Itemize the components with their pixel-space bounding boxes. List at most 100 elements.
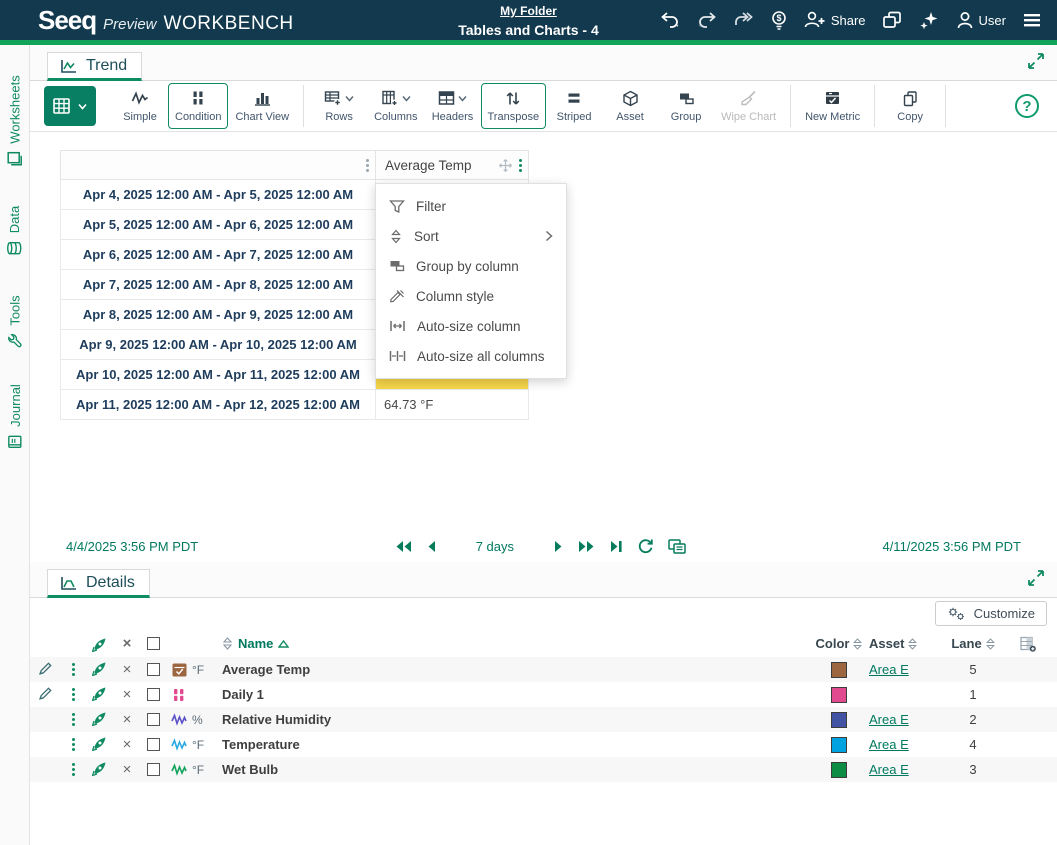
remove-item-button[interactable]: × bbox=[114, 711, 140, 728]
item-menu-icon[interactable] bbox=[72, 688, 75, 701]
item-menu-icon[interactable] bbox=[72, 763, 75, 776]
toolbar-button-wipe-chart[interactable]: Wipe Chart bbox=[714, 83, 783, 129]
item-menu-icon[interactable] bbox=[72, 738, 75, 751]
capsule-date-cell[interactable]: Apr 7, 2025 12:00 AM - Apr 8, 2025 12:00… bbox=[60, 270, 375, 300]
menu-item-sort[interactable]: Sort bbox=[376, 221, 566, 251]
tab-details[interactable]: Details bbox=[47, 569, 150, 598]
item-name[interactable]: Relative Humidity bbox=[222, 712, 331, 727]
item-name[interactable]: Temperature bbox=[222, 737, 300, 752]
remove-item-button[interactable]: × bbox=[114, 736, 140, 753]
item-color-swatch[interactable] bbox=[831, 712, 847, 728]
capsule-date-cell[interactable]: Apr 11, 2025 12:00 AM - Apr 12, 2025 12:… bbox=[60, 390, 375, 420]
capsule-date-cell[interactable]: Apr 5, 2025 12:00 AM - Apr 6, 2025 12:00… bbox=[60, 210, 375, 240]
edit-item-button[interactable] bbox=[38, 661, 53, 679]
step-forward-half-button[interactable] bbox=[553, 539, 564, 554]
select-item-checkbox[interactable] bbox=[147, 738, 160, 751]
remove-item-button[interactable]: × bbox=[114, 661, 140, 678]
step-back-full-button[interactable] bbox=[394, 539, 413, 554]
range-end-timestamp[interactable]: 4/11/2025 3:56 PM PDT bbox=[882, 539, 1021, 554]
date-column-menu-icon[interactable] bbox=[366, 159, 369, 172]
sort-toggle-icon[interactable] bbox=[853, 638, 862, 650]
remove-item-button[interactable]: × bbox=[114, 686, 140, 703]
refresh-button[interactable] bbox=[637, 538, 654, 554]
breadcrumb-my-folder[interactable]: My Folder bbox=[500, 4, 557, 18]
select-item-checkbox[interactable] bbox=[147, 763, 160, 776]
sort-toggle-icon[interactable] bbox=[986, 638, 995, 650]
step-to-end-button[interactable] bbox=[609, 539, 624, 554]
item-color-swatch[interactable] bbox=[831, 737, 847, 753]
propagate-item-button[interactable] bbox=[92, 710, 108, 729]
capsule-date-cell[interactable]: Apr 8, 2025 12:00 AM - Apr 9, 2025 12:00… bbox=[60, 300, 375, 330]
help-button[interactable]: ? bbox=[1015, 94, 1039, 118]
date-column-header[interactable] bbox=[60, 150, 375, 180]
upgrade-button[interactable]: $ bbox=[770, 10, 788, 31]
undo-button[interactable] bbox=[659, 10, 681, 30]
share-forward-button[interactable] bbox=[733, 10, 755, 30]
item-menu-icon[interactable] bbox=[72, 663, 75, 676]
edit-item-button[interactable] bbox=[38, 686, 53, 704]
toolbar-button-condition[interactable]: Condition bbox=[168, 83, 228, 129]
move-column-icon[interactable] bbox=[498, 158, 513, 173]
item-name[interactable]: Wet Bulb bbox=[222, 762, 278, 777]
tab-trend[interactable]: Trend bbox=[47, 52, 142, 81]
value-column-header[interactable]: Average Temp bbox=[375, 150, 529, 180]
select-all-checkbox[interactable] bbox=[147, 637, 160, 650]
worksheets-panel-button[interactable] bbox=[881, 10, 903, 30]
range-start-timestamp[interactable]: 4/4/2025 3:56 PM PDT bbox=[66, 539, 198, 554]
toolbar-button-asset[interactable]: Asset bbox=[602, 83, 658, 129]
capsule-value-cell[interactable]: 64.73 °F bbox=[375, 390, 529, 420]
capsule-date-cell[interactable]: Apr 9, 2025 12:00 AM - Apr 10, 2025 12:0… bbox=[60, 330, 375, 360]
ai-assistant-button[interactable] bbox=[918, 10, 940, 30]
capsule-date-cell[interactable]: Apr 6, 2025 12:00 AM - Apr 7, 2025 12:00… bbox=[60, 240, 375, 270]
details-column-color[interactable]: Color bbox=[816, 636, 850, 651]
remove-all-button[interactable]: × bbox=[114, 635, 140, 652]
item-asset-link[interactable]: Area E bbox=[869, 737, 909, 752]
duration-label[interactable]: 7 days bbox=[476, 539, 514, 554]
user-menu-button[interactable]: User bbox=[955, 10, 1006, 30]
toolbar-button-columns[interactable]: Columns bbox=[367, 83, 424, 129]
toolbar-button-headers[interactable]: Headers bbox=[425, 83, 481, 129]
propagate-item-button[interactable] bbox=[92, 685, 108, 704]
toolbar-button-striped[interactable]: Striped bbox=[546, 83, 602, 129]
toolbar-button-group[interactable]: Group bbox=[658, 83, 714, 129]
item-name[interactable]: Daily 1 bbox=[222, 687, 264, 702]
details-expand-button[interactable] bbox=[1027, 569, 1045, 592]
propagate-all-button[interactable] bbox=[86, 636, 114, 652]
select-item-checkbox[interactable] bbox=[147, 663, 160, 676]
menu-item-auto-size-all-columns[interactable]: Auto-size all columns bbox=[376, 341, 566, 371]
propagate-item-button[interactable] bbox=[92, 660, 108, 679]
toolbar-button-transpose[interactable]: Transpose bbox=[481, 83, 547, 129]
add-column-button[interactable] bbox=[999, 636, 1057, 652]
step-forward-full-button[interactable] bbox=[577, 539, 596, 554]
propagate-item-button[interactable] bbox=[92, 760, 108, 779]
sort-toggle-icon[interactable] bbox=[222, 637, 233, 650]
details-column-lane[interactable]: Lane bbox=[951, 636, 981, 651]
remove-item-button[interactable]: × bbox=[114, 761, 140, 778]
step-back-half-button[interactable] bbox=[426, 539, 437, 554]
main-menu-button[interactable] bbox=[1021, 10, 1043, 30]
capsule-date-cell[interactable]: Apr 10, 2025 12:00 AM - Apr 11, 2025 12:… bbox=[60, 360, 375, 390]
item-menu-icon[interactable] bbox=[72, 713, 75, 726]
share-button[interactable]: Share bbox=[803, 10, 866, 30]
trend-expand-button[interactable] bbox=[1027, 52, 1045, 75]
copy-time-range-button[interactable] bbox=[667, 538, 687, 554]
capsule-date-cell[interactable]: Apr 4, 2025 12:00 AM - Apr 5, 2025 12:00… bbox=[60, 180, 375, 210]
details-column-asset[interactable]: Asset bbox=[869, 636, 904, 651]
select-item-checkbox[interactable] bbox=[147, 688, 160, 701]
redo-button[interactable] bbox=[696, 10, 718, 30]
toolbar-button-copy[interactable]: Copy bbox=[882, 83, 938, 129]
value-column-menu-icon[interactable] bbox=[519, 159, 522, 172]
toolbar-button-chart-view[interactable]: Chart View bbox=[228, 83, 296, 129]
toolbar-button-new-metric[interactable]: New Metric bbox=[798, 83, 867, 129]
menu-item-filter[interactable]: Filter bbox=[376, 191, 566, 221]
menu-item-group-by-column[interactable]: Group by column bbox=[376, 251, 566, 281]
table-view-selector-button[interactable] bbox=[44, 86, 96, 126]
item-color-swatch[interactable] bbox=[831, 762, 847, 778]
menu-item-column-style[interactable]: Column style bbox=[376, 281, 566, 311]
menu-item-auto-size-column[interactable]: Auto-size column bbox=[376, 311, 566, 341]
customize-button[interactable]: Customize bbox=[935, 601, 1047, 626]
details-column-name[interactable]: Name bbox=[238, 636, 273, 651]
propagate-item-button[interactable] bbox=[92, 735, 108, 754]
item-name[interactable]: Average Temp bbox=[222, 662, 310, 677]
item-asset-link[interactable]: Area E bbox=[869, 762, 909, 777]
